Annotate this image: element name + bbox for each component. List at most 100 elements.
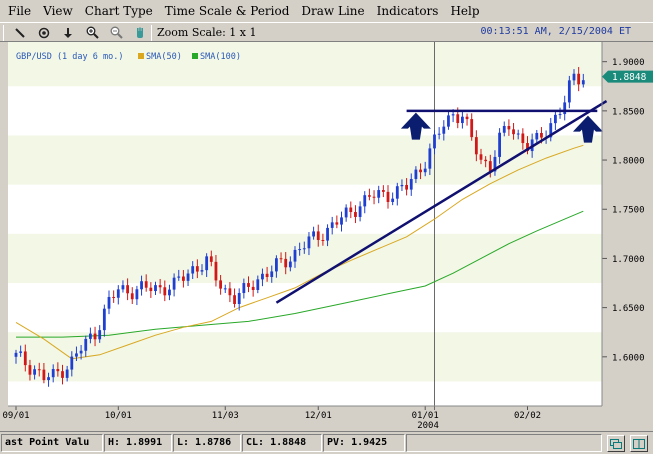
candle-body <box>265 273 269 278</box>
candle-body <box>442 126 446 134</box>
candle-body <box>400 184 404 187</box>
candle-body <box>61 371 64 378</box>
candle-body <box>177 276 181 278</box>
candle-body <box>219 280 222 289</box>
candle-body <box>498 132 501 157</box>
menu-help[interactable]: Help <box>450 4 479 18</box>
clock-readout: 00:13:51 AM, 2/15/2004 ET <box>480 26 631 37</box>
zoom-in-icon[interactable] <box>84 25 100 40</box>
candle-body <box>126 285 129 294</box>
candle-body <box>456 114 460 124</box>
candle-body <box>419 169 422 173</box>
candle-body <box>484 159 488 162</box>
legend-sma100-swatch <box>192 53 198 59</box>
hand-icon[interactable] <box>132 25 148 40</box>
candle-body <box>102 308 106 331</box>
candle-body <box>275 258 278 272</box>
candle-body <box>391 198 395 202</box>
candle-body <box>223 288 227 290</box>
price-tick-label: 1.6500 <box>612 304 645 314</box>
down-arrow-icon[interactable] <box>60 25 76 40</box>
candle-body <box>344 207 348 218</box>
candle-body <box>372 196 376 198</box>
candle-body <box>23 351 27 366</box>
candle-body <box>330 222 334 228</box>
candle-body <box>186 273 190 281</box>
candle-body <box>554 114 557 124</box>
candle-body <box>479 154 483 160</box>
candle-body <box>75 353 78 357</box>
menu-indicators[interactable]: Indicators <box>377 4 439 18</box>
time-tick-label: 09/01 <box>2 411 29 421</box>
candle-body <box>558 114 562 116</box>
candle-body <box>381 190 385 192</box>
menu-file[interactable]: File <box>8 4 31 18</box>
candle-body <box>182 276 185 281</box>
time-tick-label: 11/03 <box>212 411 239 421</box>
candle-body <box>423 168 427 173</box>
candle-body <box>205 256 209 271</box>
menu-time-scale[interactable]: Time Scale & Period <box>165 4 290 18</box>
menu-view[interactable]: View <box>43 4 73 18</box>
zoom-scale-label: Zoom Scale: 1 x 1 <box>157 26 257 39</box>
window-cascade-icon[interactable] <box>607 435 625 452</box>
status-high: H: 1.8991 <box>104 434 172 452</box>
candle-body <box>581 80 585 85</box>
toolbar-separator <box>151 25 152 41</box>
menu-draw-line[interactable]: Draw Line <box>301 4 364 18</box>
candle-body <box>237 293 241 304</box>
draw-line-icon[interactable] <box>12 25 28 40</box>
candle-body <box>368 195 371 197</box>
target-icon[interactable] <box>36 25 52 40</box>
candle-body <box>116 289 120 298</box>
candle-body <box>195 266 199 272</box>
year-label: 2004 <box>417 421 439 430</box>
candle-body <box>307 236 311 249</box>
candle-body <box>395 186 399 199</box>
candle-body <box>42 369 46 381</box>
status-last-point: ast Point Valu <box>1 434 103 452</box>
candle-body <box>363 195 367 207</box>
candle-body <box>321 239 325 241</box>
candle-body <box>516 133 520 135</box>
candle-body <box>512 129 515 135</box>
candle-body <box>535 132 539 140</box>
candle-body <box>279 258 283 260</box>
time-tick-label: 10/01 <box>105 411 132 421</box>
candle-body <box>168 289 171 296</box>
time-tick-label: 02/02 <box>514 411 541 421</box>
price-chart[interactable]: GBP/USD (1 day 6 mo.) SMA(50) SMA(100) 1… <box>0 42 653 430</box>
candle-body <box>19 351 23 353</box>
candle-body <box>107 296 111 309</box>
menu-chart-type[interactable]: Chart Type <box>85 4 153 18</box>
price-tick-label: 1.8500 <box>612 107 645 117</box>
price-band <box>8 42 602 87</box>
candle-body <box>577 73 581 85</box>
candle-body <box>461 116 464 124</box>
candle-body <box>312 231 315 237</box>
last-price-value: 1.8848 <box>612 72 647 83</box>
time-tick-label: 12/01 <box>305 411 332 421</box>
price-tick-label: 1.8000 <box>612 157 645 167</box>
candle-body <box>247 283 250 287</box>
status-bar: ast Point Valu H: 1.8991 L: 1.8786 CL: 1… <box>0 431 653 454</box>
candle-body <box>28 365 32 375</box>
candle-body <box>84 338 88 351</box>
candle-body <box>335 222 339 225</box>
candle-body <box>256 279 260 290</box>
candle-body <box>521 133 525 144</box>
candle-body <box>316 231 320 240</box>
window-tile-icon[interactable] <box>630 435 648 452</box>
price-tick-label: 1.9000 <box>612 58 645 68</box>
candle-body <box>98 330 102 340</box>
price-tick-label: 1.6000 <box>612 353 645 363</box>
candle-body <box>386 191 390 202</box>
candle-body <box>447 115 450 127</box>
candle-body <box>121 285 125 290</box>
candle-body <box>242 283 246 294</box>
candle-body <box>270 271 274 278</box>
candle-body <box>572 73 576 81</box>
price-tick-label: 1.7500 <box>612 206 645 216</box>
zoom-out-icon[interactable] <box>108 25 124 40</box>
price-band <box>8 135 602 185</box>
